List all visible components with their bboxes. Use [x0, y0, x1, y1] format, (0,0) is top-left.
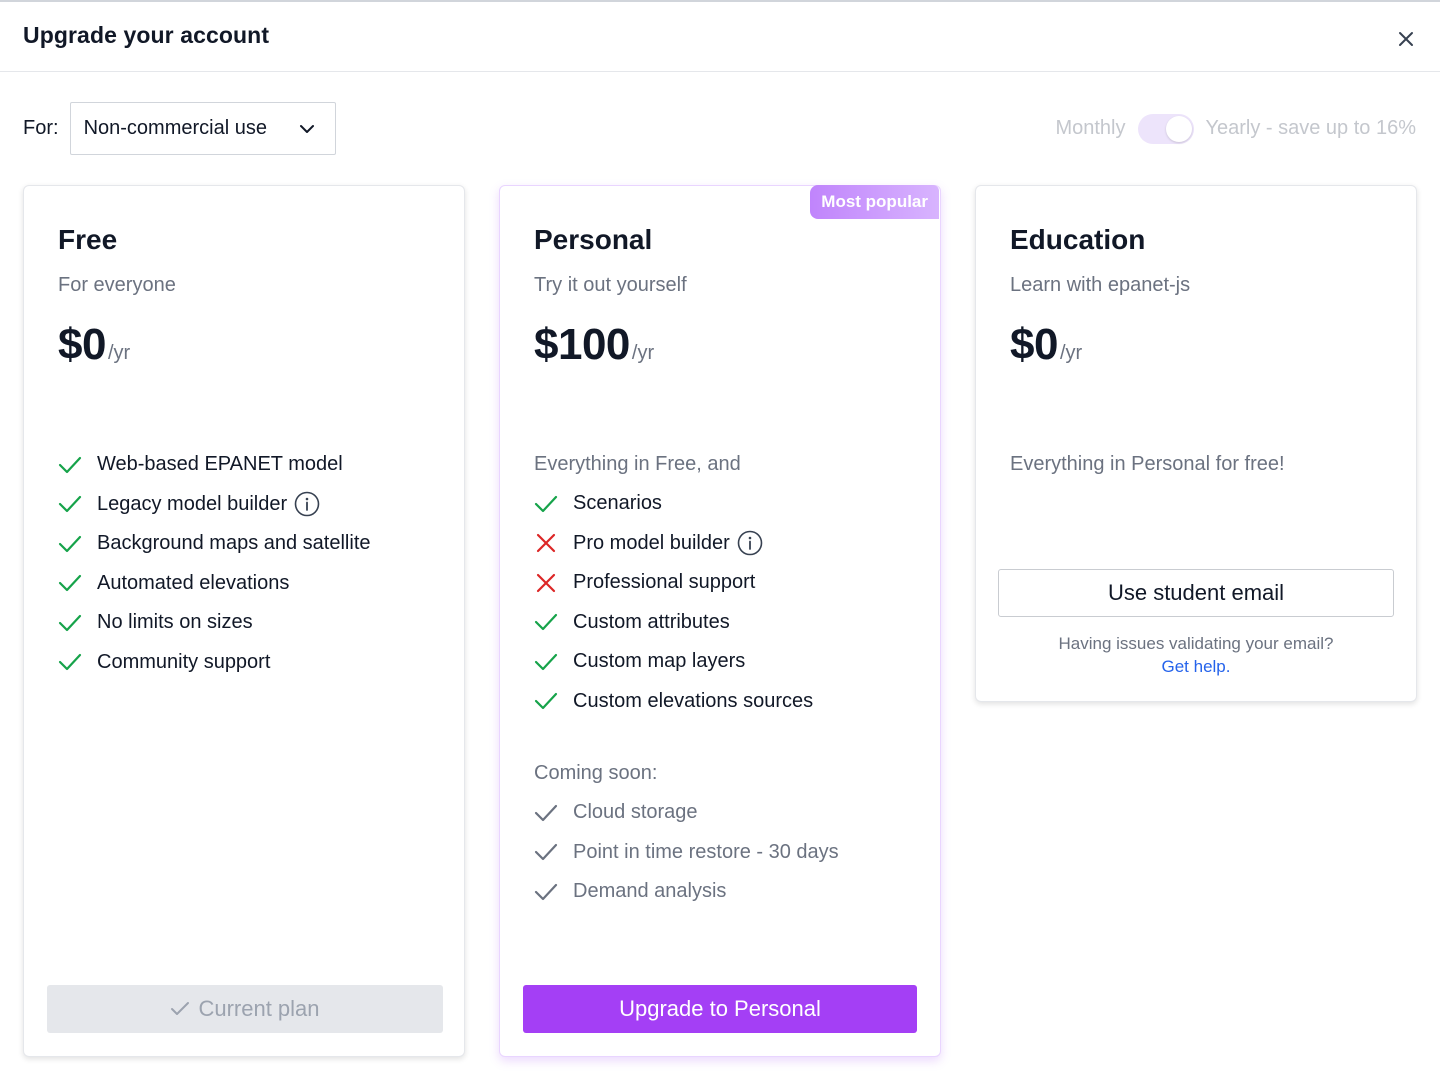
- feature-list: Web-based EPANET model Legacy model buil…: [58, 445, 371, 682]
- check-icon: [58, 453, 86, 477]
- check-icon: [534, 801, 562, 825]
- feature-item: Legacy model builder: [58, 485, 371, 525]
- price-amount: $0: [58, 320, 106, 369]
- use-type-value: Non-commercial use: [83, 117, 267, 139]
- feature-label: Background maps and satellite: [97, 532, 371, 555]
- check-icon: [58, 571, 86, 595]
- plan-card-education: Education Learn with epanet-js $0 /yr Ev…: [975, 185, 1417, 702]
- chevron-down-icon: [299, 124, 314, 133]
- check-icon: [534, 610, 562, 634]
- plan-name: Education: [1010, 224, 1146, 255]
- check-icon: [58, 650, 86, 674]
- feature-item: No limits on sizes: [58, 603, 371, 643]
- feature-item: Demand analysis: [534, 872, 839, 912]
- feature-intro: Everything in Personal for free!: [1010, 453, 1285, 475]
- close-icon: [1399, 31, 1413, 46]
- feature-item: Pro model builder: [534, 524, 813, 564]
- plan-price: $0 /yr: [1010, 320, 1082, 370]
- check-icon: [534, 840, 562, 864]
- plan-name: Personal: [534, 224, 653, 255]
- current-plan-label: Current plan: [198, 996, 320, 1021]
- check-icon: [58, 611, 86, 635]
- plan-subtitle: Learn with epanet-js: [1010, 274, 1191, 296]
- coming-soon-list: Cloud storage Point in time restore - 30…: [534, 793, 839, 912]
- help-text: Having issues validating your email? Get…: [976, 632, 1416, 678]
- billing-period-switch: Monthly Yearly - save up to 16%: [1055, 113, 1417, 144]
- feature-item: Scenarios: [534, 484, 813, 524]
- price-unit: /yr: [1059, 342, 1083, 364]
- use-student-email-button[interactable]: Use student email: [998, 569, 1394, 617]
- check-icon: [534, 650, 562, 674]
- cross-icon: [534, 531, 562, 555]
- feature-item: Community support: [58, 643, 371, 683]
- plan-subtitle: Try it out yourself: [534, 274, 687, 296]
- plan-subtitle: For everyone: [58, 274, 176, 296]
- upgrade-to-personal-button[interactable]: Upgrade to Personal: [523, 985, 917, 1033]
- feature-label: Custom attributes: [573, 610, 730, 633]
- help-message: Having issues validating your email?: [1058, 634, 1334, 653]
- upgrade-dialog: Upgrade your account For: Non-commercial…: [0, 0, 1440, 1077]
- feature-label: No limits on sizes: [97, 611, 253, 634]
- plan-name: Free: [58, 224, 118, 255]
- feature-item: Professional support: [534, 563, 813, 603]
- use-type-group: For: Non-commercial use: [23, 102, 336, 155]
- plan-card-personal: Most popular Personal Try it out yoursel…: [499, 185, 941, 1057]
- close-button[interactable]: [1394, 27, 1418, 51]
- feature-label: Pro model builder: [573, 531, 730, 554]
- feature-list: Scenarios Pro model builder Professional…: [534, 484, 813, 721]
- plan-toolbar: For: Non-commercial use Monthly Yearly -…: [23, 102, 1416, 155]
- use-type-select[interactable]: Non-commercial use: [69, 102, 336, 155]
- dialog-header: Upgrade your account: [0, 2, 1440, 72]
- billing-yearly-label: Yearly - save up to 16%: [1205, 117, 1417, 139]
- price-amount: $100: [534, 320, 630, 369]
- info-icon[interactable]: [737, 530, 763, 556]
- price-amount: $0: [1010, 320, 1058, 369]
- feature-label: Legacy model builder: [97, 492, 288, 515]
- check-icon: [534, 689, 562, 713]
- feature-label: Professional support: [573, 571, 756, 594]
- feature-item: Cloud storage: [534, 793, 839, 833]
- plan-price: $0 /yr: [58, 320, 130, 370]
- coming-soon-label: Coming soon:: [534, 762, 658, 784]
- current-plan-button[interactable]: Current plan: [47, 985, 443, 1033]
- feature-label: Custom elevations sources: [573, 689, 814, 712]
- feature-label: Custom map layers: [573, 650, 746, 673]
- info-icon[interactable]: [294, 491, 320, 517]
- feature-item: Automated elevations: [58, 564, 371, 604]
- feature-item: Web-based EPANET model: [58, 445, 371, 485]
- check-icon: [58, 532, 86, 556]
- plan-price: $100 /yr: [534, 320, 654, 370]
- feature-label: Automated elevations: [97, 571, 290, 594]
- check-icon: [534, 492, 562, 516]
- feature-label: Point in time restore - 30 days: [573, 840, 839, 863]
- feature-label: Web-based EPANET model: [97, 453, 343, 476]
- feature-label: Demand analysis: [573, 880, 727, 903]
- cross-icon: [534, 571, 562, 595]
- check-icon: [534, 880, 562, 904]
- check-icon: [170, 1001, 190, 1017]
- for-label: For:: [23, 117, 59, 139]
- billing-monthly-label: Monthly: [1055, 117, 1126, 139]
- feature-item: Custom attributes: [534, 603, 813, 643]
- toggle-knob: [1165, 115, 1192, 142]
- feature-label: Scenarios: [573, 492, 662, 515]
- feature-item: Background maps and satellite: [58, 524, 371, 564]
- plan-card-free: Free For everyone $0 /yr Web-based EPANE…: [23, 185, 465, 1057]
- check-icon: [58, 492, 86, 516]
- feature-item: Custom elevations sources: [534, 682, 813, 722]
- dialog-title: Upgrade your account: [23, 22, 270, 48]
- feature-item: Point in time restore - 30 days: [534, 833, 839, 873]
- feature-item: Custom map layers: [534, 642, 813, 682]
- feature-label: Cloud storage: [573, 801, 698, 824]
- most-popular-badge: Most popular: [810, 185, 939, 219]
- feature-intro: Everything in Free, and: [534, 453, 741, 475]
- get-help-link[interactable]: Get help.: [1162, 657, 1231, 676]
- feature-label: Community support: [97, 650, 271, 673]
- price-unit: /yr: [107, 342, 131, 364]
- price-unit: /yr: [631, 342, 655, 364]
- billing-toggle[interactable]: [1137, 113, 1194, 144]
